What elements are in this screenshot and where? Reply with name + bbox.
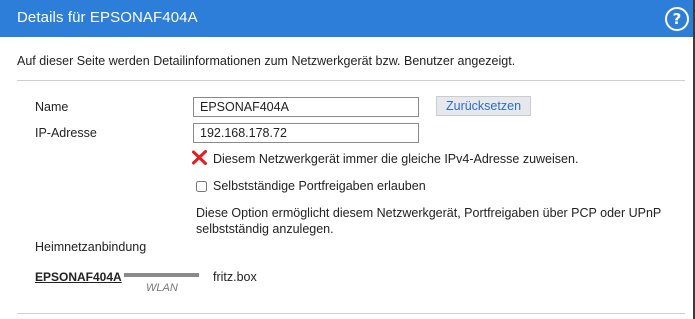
details-dialog: Details für EPSONAF404A ? Auf dieser Sei… bbox=[0, 0, 693, 319]
ip-label: IP-Adresse bbox=[35, 126, 97, 140]
port-forwarding-checkbox[interactable] bbox=[196, 181, 207, 192]
router-label: fritz.box bbox=[213, 270, 257, 284]
divider bbox=[17, 80, 685, 81]
port-forwarding-note: Diese Option ermöglicht diesem Netzwerkg… bbox=[196, 206, 662, 236]
name-label: Name bbox=[35, 100, 69, 114]
device-link[interactable]: EPSONAF404A bbox=[35, 270, 122, 284]
dialog-titlebar: Details für EPSONAF404A ? bbox=[0, 0, 693, 37]
static-ip-label: Diesem Netzwerkgerät immer die gleiche I… bbox=[213, 152, 579, 166]
bottom-divider bbox=[17, 313, 685, 314]
help-icon[interactable]: ? bbox=[665, 7, 689, 31]
home-network-heading: Heimnetzanbindung bbox=[35, 240, 147, 254]
wlan-label: WLAN bbox=[146, 282, 178, 294]
disabled-x-icon[interactable] bbox=[192, 150, 207, 165]
intro-text: Auf dieser Seite werden Detailinformatio… bbox=[17, 54, 516, 68]
wlan-connection-line bbox=[124, 273, 199, 277]
name-input[interactable] bbox=[193, 97, 419, 117]
dialog-title: Details für EPSONAF404A bbox=[17, 9, 198, 26]
port-forwarding-label[interactable]: Selbstständige Portfreigaben erlauben bbox=[213, 179, 426, 193]
ip-address-input[interactable] bbox=[193, 123, 419, 143]
reset-button[interactable]: Zurücksetzen bbox=[436, 96, 531, 116]
